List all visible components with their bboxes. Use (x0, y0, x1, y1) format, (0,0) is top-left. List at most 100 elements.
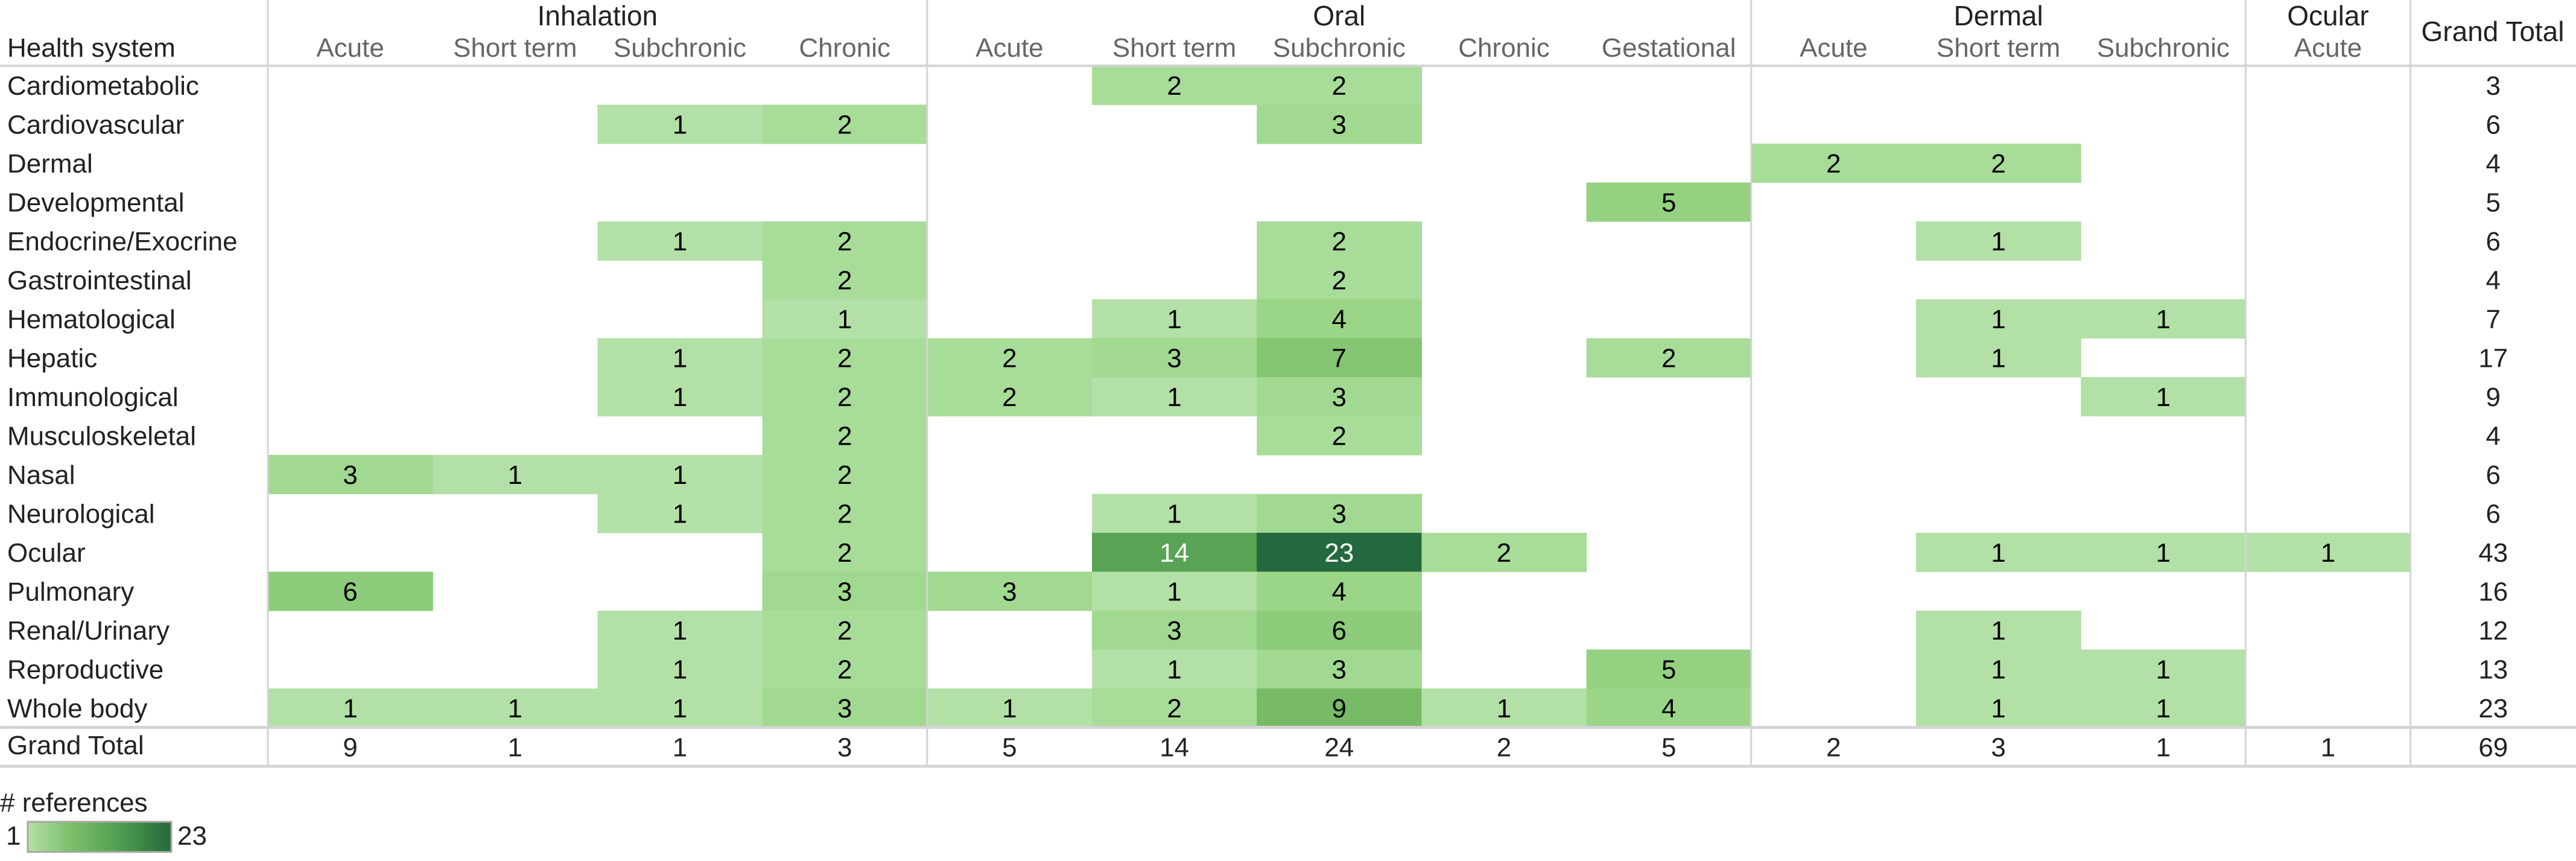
column-total: 5 (1661, 733, 1676, 763)
column-header-oral-chronic: Chronic (1458, 33, 1550, 63)
column-total: 1 (2321, 733, 2335, 763)
cell-value: 2 (837, 266, 852, 296)
cell-value: 1 (673, 110, 687, 140)
cell-value: 1 (673, 344, 687, 373)
legend-gradient-bar (27, 821, 173, 853)
row-total: 4 (2486, 149, 2501, 179)
cell-value: 1 (837, 305, 852, 334)
column-header-dermal-subchronic: Subchronic (2097, 33, 2230, 63)
column-header-dermal-short-term: Short term (1937, 33, 2060, 63)
cell-value: 3 (837, 577, 852, 607)
cell-value: 2 (1167, 694, 1181, 723)
column-total: 5 (1002, 733, 1017, 763)
cell-value: 1 (673, 460, 687, 490)
row-total: 17 (2478, 344, 2508, 373)
cell-value: 1 (2156, 383, 2171, 412)
cell-value: 4 (1332, 305, 1347, 334)
group-header-ocular: Ocular (2287, 0, 2368, 31)
cell-value: 3 (343, 460, 357, 490)
legend-max-label: 23 (177, 821, 207, 851)
cell-value: 2 (1497, 538, 1511, 568)
cell-value: 5 (1661, 655, 1676, 685)
row-total: 4 (2486, 266, 2501, 296)
row-total: 6 (2486, 110, 2501, 140)
cell-value: 1 (508, 694, 522, 723)
column-total: 1 (508, 733, 522, 763)
row-label: Whole body (7, 694, 147, 723)
cell-value: 1 (1991, 305, 2005, 334)
row-label: Neurological (7, 500, 155, 529)
cell-value: 1 (1991, 344, 2005, 373)
row-total: 9 (2486, 383, 2501, 412)
cell-value: 3 (1332, 500, 1347, 529)
column-total: 9 (343, 733, 357, 763)
cell-value: 1 (2156, 694, 2171, 723)
cell-value: 3 (1167, 616, 1181, 646)
cell-value: 4 (1332, 577, 1347, 607)
row-label: Developmental (7, 188, 185, 218)
cell-value: 2 (837, 227, 852, 256)
row-label: Gastrointestinal (7, 266, 192, 296)
cell-value: 9 (1332, 694, 1347, 723)
column-total: 3 (837, 733, 852, 763)
cell-value: 2 (1332, 71, 1347, 101)
cell-value: 1 (1991, 538, 2005, 568)
cell-value: 1 (673, 655, 687, 685)
heatmap-chart: Health system Grand Total Inhalation Acut… (0, 0, 2576, 853)
legend-title: # references (0, 788, 148, 818)
column-header-oral-short-term: Short term (1112, 33, 1236, 63)
column-headers: Health system Grand Total Inhalation Acut… (7, 0, 2564, 63)
column-header-inhalation-subchronic: Subchronic (614, 33, 746, 63)
row-label: Musculoskeletal (7, 422, 196, 451)
row-total: 5 (2486, 188, 2501, 218)
row-total: 4 (2486, 422, 2501, 451)
row-total: 12 (2478, 616, 2508, 646)
cell-value: 2 (837, 616, 852, 646)
cell-value: 1 (2156, 538, 2171, 568)
cell-value: 1 (1991, 655, 2005, 685)
row-label: Immunological (7, 383, 179, 412)
cell-value: 2 (1167, 71, 1181, 101)
cell-value: 1 (1991, 616, 2005, 646)
cell-value: 3 (837, 694, 852, 723)
row-header-label: Health system (7, 33, 176, 63)
column-total: 1 (673, 733, 687, 763)
cell-value: 1 (2156, 305, 2171, 334)
column-total: 3 (1991, 733, 2005, 763)
cell-value: 2 (837, 422, 852, 451)
cell-value: 6 (1332, 616, 1347, 646)
cell-value: 1 (1002, 694, 1017, 723)
cell-value: 2 (1332, 266, 1347, 296)
cell-value: 1 (1167, 383, 1181, 412)
cell-value: 2 (1332, 422, 1347, 451)
row-total: 16 (2478, 577, 2508, 607)
cell-value: 2 (1002, 383, 1017, 412)
cell-value: 1 (1167, 655, 1181, 685)
row-label: Hematological (7, 305, 176, 334)
cell-value: 14 (1160, 538, 1189, 568)
cell-value: 1 (673, 227, 687, 256)
row-label: Ocular (7, 538, 86, 568)
column-header-oral-gestational: Gestational (1602, 33, 1736, 63)
cell-value: 3 (1332, 383, 1347, 412)
column-header-inhalation-short-term: Short term (453, 33, 577, 63)
column-header-dermal-acute: Acute (1800, 33, 1868, 63)
column-header-oral-acute: Acute (976, 33, 1044, 63)
cell-value: 1 (1991, 227, 2005, 256)
row-label: Nasal (7, 460, 75, 490)
row-label: Reproductive (7, 655, 163, 685)
row-label: Renal/Urinary (7, 616, 170, 646)
row-label: Hepatic (7, 344, 97, 373)
cell-value: 2 (1002, 344, 1017, 373)
row-total: 6 (2486, 500, 2501, 529)
grand-total-row-label: Grand Total (7, 731, 144, 760)
row-labels: Cardiometabolic Cardiovascular Dermal Devel… (7, 71, 238, 723)
row-total: 23 (2478, 694, 2508, 723)
cell-value: 3 (1167, 344, 1181, 373)
cell-value: 2 (1826, 149, 1841, 179)
row-total: 6 (2486, 227, 2501, 256)
column-header-inhalation-chronic: Chronic (799, 33, 890, 63)
row-total: 6 (2486, 460, 2501, 490)
column-total: 14 (1160, 733, 1189, 763)
column-header-ocular-acute: Acute (2294, 33, 2362, 63)
